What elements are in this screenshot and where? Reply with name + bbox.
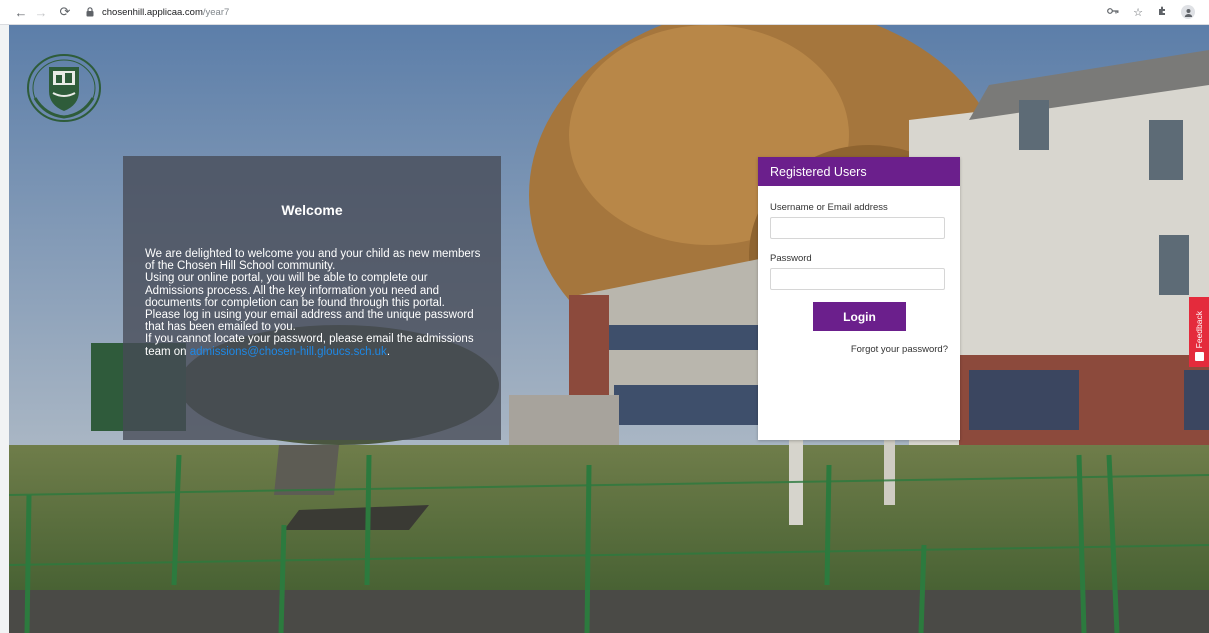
browser-toolbar: ← → ⟳ chosenhill.applicaa.com/year7 ☆	[0, 0, 1209, 25]
contact-end: .	[386, 345, 391, 358]
forward-arrow-icon[interactable]: →	[32, 3, 50, 21]
url-host: chosenhill.applicaa.com	[102, 6, 203, 18]
url-path: /year7	[202, 6, 230, 18]
forgot-password-link[interactable]: Forgot your password?	[851, 344, 948, 355]
login-button[interactable]: Login	[813, 302, 906, 331]
reload-icon[interactable]: ⟳	[56, 3, 74, 21]
username-input[interactable]	[770, 217, 945, 239]
login-card-header: Registered Users	[758, 157, 960, 186]
welcome-panel: Welcome We are delighted to welcome you …	[123, 156, 501, 440]
welcome-body: We are delighted to welcome you and your…	[145, 248, 485, 358]
welcome-paragraph: We are delighted to welcome you and your…	[145, 248, 481, 273]
welcome-paragraph: Using our online portal, you will be abl…	[145, 272, 445, 309]
back-arrow-icon[interactable]: ←	[12, 3, 30, 21]
profile-icon[interactable]	[1181, 5, 1195, 19]
address-bar[interactable]: chosenhill.applicaa.com/year7	[84, 3, 1107, 21]
password-input[interactable]	[770, 268, 945, 290]
school-crest-logo[interactable]	[25, 53, 103, 123]
star-icon[interactable]: ☆	[1133, 6, 1143, 19]
admissions-email-link[interactable]: admissions@chosen-hill.gloucs.sch.uk	[190, 346, 387, 358]
key-icon[interactable]	[1107, 6, 1119, 18]
page: Welcome We are delighted to welcome you …	[9, 25, 1209, 633]
contact-paragraph: If you cannot locate your password, plea…	[145, 333, 485, 357]
toolbar-icons: ☆	[1107, 5, 1195, 19]
extensions-puzzle-icon[interactable]	[1157, 6, 1167, 19]
login-card: Registered Users Username or Email addre…	[758, 157, 960, 440]
welcome-title: Welcome	[281, 202, 343, 218]
feedback-icon	[1194, 352, 1204, 361]
feedback-tab[interactable]: Feedback	[1189, 297, 1209, 367]
password-label: Password	[770, 253, 812, 264]
username-label: Username or Email address	[770, 202, 888, 213]
feedback-label: Feedback	[1194, 310, 1204, 348]
lock-icon[interactable]	[84, 6, 96, 18]
welcome-paragraph: Please log in using your email address a…	[145, 309, 474, 334]
